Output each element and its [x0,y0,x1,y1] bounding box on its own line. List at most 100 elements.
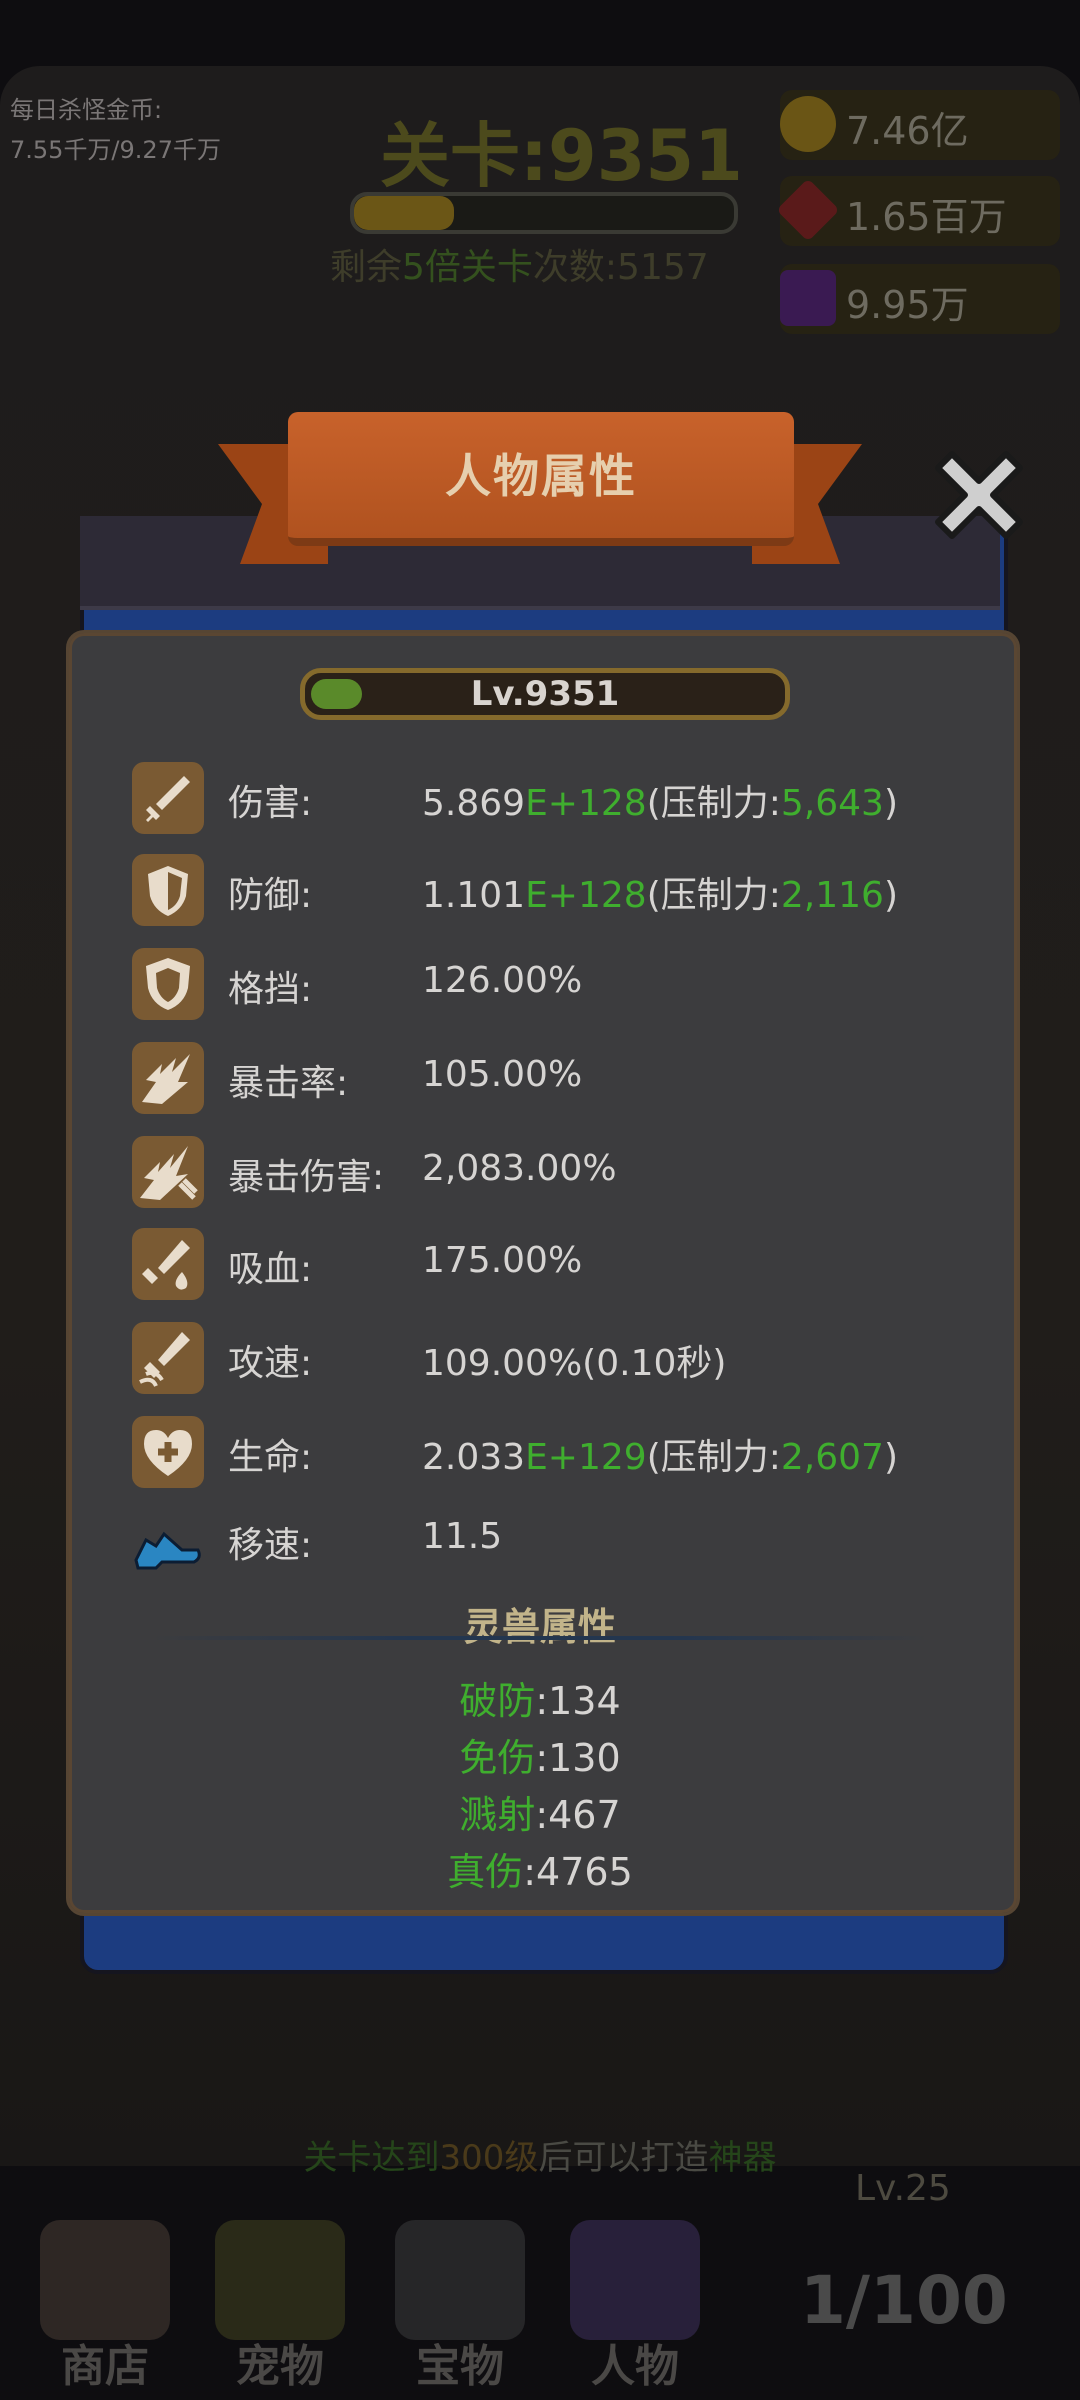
block-shield-icon [132,948,204,1020]
gold-coin-icon [780,96,836,152]
stat-label: 吸血: [228,1249,313,1290]
stat-suppress-suffix: ) [883,1437,898,1478]
stat-exponent: E+128 [525,783,647,824]
stat-base: 1.101 [422,875,526,916]
chest-count[interactable]: 1/100 [800,2262,1008,2339]
shield-icon [132,854,204,926]
modal-title: 人物属性 [445,449,637,503]
stat-defense: 防御: 1.101E+128(压制力:2,116) [132,854,972,926]
pet-stat-row: 免伤:130 [0,1727,1080,1782]
stage-progress-bar [350,192,738,234]
close-button[interactable] [916,432,1042,558]
sword-icon [132,762,204,834]
crossed-swords-icon [395,2220,525,2340]
stat-crit-rate: 暴击率: 105.00% [132,1042,972,1114]
hint-pre: 关卡达到 [303,2138,440,2178]
nav-treasure[interactable]: 宝物 [385,2220,535,2392]
hint-num: 300级 [439,2138,539,2178]
pet-stat-row: 溅射:467 [0,1784,1080,1839]
pet-stat-name: 溅射 [459,1793,536,1837]
currency-gold: 7.46亿 [780,90,1060,160]
pet-stat-name: 破防 [459,1679,536,1723]
stat-label: 伤害: [228,783,313,824]
stat-damage: 伤害: 5.869E+128(压制力:5,643) [132,762,972,834]
stat-label: 格挡: [228,969,313,1010]
shop-stall-icon [40,2220,170,2340]
stat-value: 2,083.00% [422,1148,617,1189]
level-text: Lv.9351 [470,674,620,714]
stat-exponent: E+128 [525,875,647,916]
stat-label: 暴击伤害: [228,1157,385,1198]
daily-gold-value: 7.55千万/9.27千万 [10,136,221,164]
pet-stat-value: :130 [535,1736,621,1780]
nav-character[interactable]: 人物 [560,2220,710,2392]
stat-suppress-suffix: ) [883,875,898,916]
pet-stat-name: 真伤 [447,1850,524,1894]
stat-suppress-suffix: ) [883,783,898,824]
currency-gold-value: 7.46亿 [846,109,969,153]
stat-move-speed: 移速: 11.5 [132,1504,972,1576]
purple-gem-icon [780,270,836,326]
book-icon [570,2220,700,2340]
stat-block: 格挡: 126.00% [132,948,972,1020]
pet-stat-value: :134 [535,1679,621,1723]
pet-divider [150,1636,930,1640]
pet-stat-value: :467 [535,1793,621,1837]
hint-item: 神器 [708,2138,777,2178]
pet-stat-name: 免伤 [459,1736,536,1780]
pet-stat-value: :4765 [523,1850,633,1894]
stat-base: 5.869 [422,783,526,824]
stat-label: 移速: [228,1525,313,1566]
stat-suppress-value: 5,643 [780,783,884,824]
stage-title: 关卡:9351 [380,115,743,197]
hint-mid: 后可以打造 [538,2138,709,2178]
heart-plus-icon [132,1416,204,1488]
stat-suppress-prefix: (压制力: [646,1437,781,1478]
stat-value: 109.00%(0.10秒) [422,1343,727,1384]
currency-red-gem-value: 1.65百万 [846,195,1007,239]
pet-attributes-title: 灵兽属性 [463,1605,616,1649]
stat-suppress-value: 2,116 [780,875,884,916]
stat-value: 5.869E+128(压制力:5,643) [422,774,898,826]
stat-suppress-prefix: (压制力: [646,875,781,916]
nav-shop-label: 商店 [61,2341,149,2392]
remain-suffix: 次数:5157 [532,247,709,288]
stat-value: 175.00% [422,1240,583,1281]
stat-label: 攻速: [228,1343,313,1384]
stat-label: 生命: [228,1437,313,1478]
pet-icon [215,2220,345,2340]
stat-suppress-prefix: (压制力: [646,783,781,824]
close-icon [935,451,1023,539]
stat-crit-damage: 暴击伤害: 2,083.00% [132,1136,972,1208]
currency-purple-gem-value: 9.95万 [846,283,969,327]
stat-attack-speed: 攻速: 109.00%(0.10秒) [132,1322,972,1394]
nav-shop[interactable]: 商店 [30,2220,180,2392]
crit-burst-icon [132,1042,204,1114]
stat-label: 防御: [228,875,313,916]
pet-stat-row: 破防:134 [0,1670,1080,1725]
attack-speed-icon [132,1322,204,1394]
stat-health: 生命: 2.033E+129(压制力:2,607) [132,1416,972,1488]
stat-base: 2.033 [422,1437,526,1478]
stat-exponent: E+129 [525,1437,647,1478]
red-gem-icon [776,178,840,242]
nav-treasure-label: 宝物 [416,2341,504,2392]
lifesteal-icon [132,1228,204,1300]
pet-stat-row: 真伤:4765 [0,1841,1080,1896]
nav-character-label: 人物 [591,2341,679,2392]
boot-icon [132,1504,204,1576]
stat-value: 1.101E+128(压制力:2,116) [422,866,898,918]
stage-progress-fill [354,196,454,230]
currency-red-gem: 1.65百万 [776,176,1060,246]
nav-pet-label: 宠物 [236,2341,324,2392]
stat-lifesteal: 吸血: 175.00% [132,1228,972,1300]
stat-label: 暴击率: [228,1063,349,1104]
stat-value: 105.00% [422,1054,583,1095]
stat-value: 2.033E+129(压制力:2,607) [422,1428,898,1480]
level-progress-bar: Lv.9351 [300,668,790,720]
stat-value: 11.5 [422,1516,503,1557]
currency-purple-gem: 9.95万 [780,264,1060,334]
remain-highlight: 5倍关卡 [402,247,533,288]
stat-value: 126.00% [422,960,583,1001]
nav-pet[interactable]: 宠物 [205,2220,355,2392]
